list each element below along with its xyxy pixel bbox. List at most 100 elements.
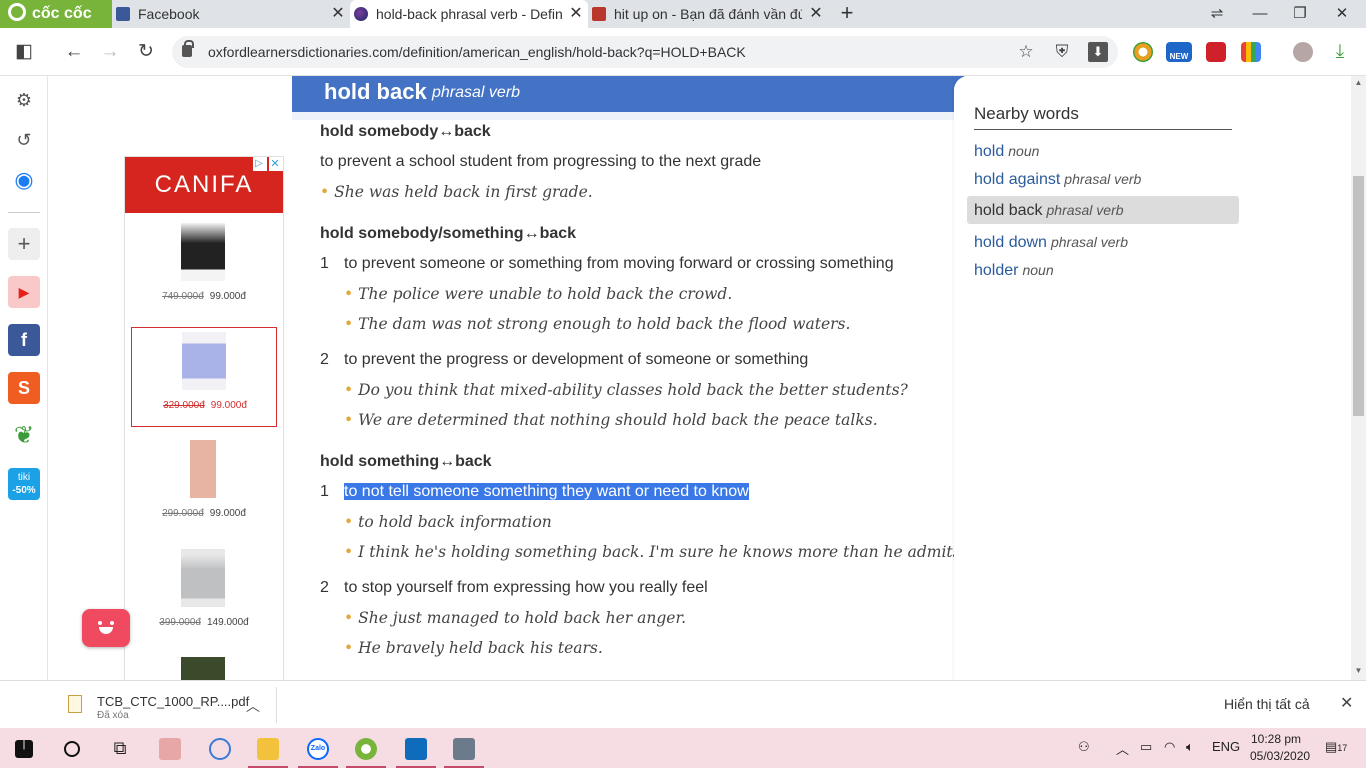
tab-strip: cốc cốc Facebook ✕ hold-back phrasal ver… bbox=[0, 0, 1366, 28]
ad-close-icon[interactable]: ✕ bbox=[269, 157, 283, 171]
clock-time[interactable]: 10:28 pm bbox=[1251, 732, 1301, 746]
sidebar-toggle-icon[interactable]: ◧ bbox=[12, 40, 36, 64]
selected-text[interactable]: to not tell someone something they want … bbox=[344, 483, 749, 500]
close-download-shelf-icon[interactable]: ✕ bbox=[1340, 693, 1353, 713]
zalo-icon[interactable]: Zalo bbox=[294, 728, 342, 768]
old-price: 299.000đ bbox=[162, 508, 204, 519]
chevron-up-icon[interactable]: ︿ bbox=[246, 696, 260, 716]
volume-icon[interactable]: 🔈︎ bbox=[1186, 739, 1194, 755]
tab-hit-up-on[interactable]: hit up on - Bạn đã đánh vần đúng ✕ bbox=[588, 0, 828, 28]
ad-product-selected[interactable]: 329.000đ 99.000đ bbox=[131, 327, 277, 427]
ad-product[interactable]: 749.000đ 99.000đ bbox=[131, 219, 277, 319]
new-extension-icon[interactable]: NEW bbox=[1166, 42, 1192, 62]
nearby-link-hold-back[interactable]: hold back phrasal verb bbox=[967, 196, 1239, 224]
definition-selected[interactable]: to not tell someone something they want … bbox=[344, 483, 749, 501]
settings-gear-icon[interactable]: ⚙ bbox=[8, 84, 40, 116]
bookmark-star-icon[interactable]: ☆ bbox=[1016, 42, 1036, 62]
forward-button[interactable]: → bbox=[98, 40, 122, 64]
shield-icon[interactable]: ⛨ bbox=[1052, 42, 1072, 62]
nearby-link-hold[interactable]: hold noun bbox=[967, 137, 1239, 165]
tiki-icon[interactable]: tiki -50% bbox=[8, 468, 40, 500]
ad-product[interactable]: 399.000đ 149.000đ bbox=[131, 545, 277, 645]
scroll-up-icon[interactable]: ▲ bbox=[1354, 78, 1363, 87]
people-icon[interactable]: ⚇ bbox=[1078, 739, 1090, 755]
chevron-up-icon[interactable]: ︿ bbox=[1116, 739, 1129, 758]
sale-price: 99.000đ bbox=[210, 400, 247, 411]
example: • We are determined that nothing should h… bbox=[344, 411, 878, 429]
nearby-link-hold-against[interactable]: hold against phrasal verb bbox=[967, 165, 1239, 193]
coccoc-extension-icon[interactable] bbox=[1133, 42, 1153, 62]
task-view-icon[interactable]: ⧉ bbox=[96, 728, 144, 768]
ad-product[interactable]: 299.000đ 99.000đ bbox=[131, 436, 277, 536]
dictionary-favicon-icon bbox=[592, 7, 606, 21]
messenger-icon[interactable]: ◉ bbox=[8, 164, 40, 196]
color-extension-icon[interactable] bbox=[1241, 42, 1261, 62]
language-indicator[interactable]: ENG bbox=[1212, 739, 1240, 754]
bullet: • bbox=[344, 609, 354, 627]
history-icon[interactable]: ↺ bbox=[8, 124, 40, 156]
profile-avatar[interactable] bbox=[1293, 42, 1313, 62]
download-file-name[interactable]: TCB_CTC_1000_RP....pdf bbox=[97, 694, 249, 709]
download-video-icon[interactable]: ⬇ bbox=[1088, 42, 1108, 62]
tab-facebook[interactable]: Facebook ✕ bbox=[112, 0, 350, 28]
product-image bbox=[181, 657, 225, 680]
downloads-icon[interactable]: ⤓ bbox=[1328, 40, 1352, 64]
example: • She was held back in first grade. bbox=[320, 183, 593, 201]
address-bar[interactable]: oxfordlearnersdictionaries.com/definitio… bbox=[172, 36, 1118, 68]
ad-choices-icon[interactable]: ▷ bbox=[253, 157, 267, 171]
tab-title: hit up on - Bạn đã đánh vần đúng bbox=[614, 6, 802, 22]
search-circle-icon[interactable] bbox=[48, 728, 96, 768]
leaf-app-icon[interactable]: ❦ bbox=[8, 420, 40, 452]
lock-icon[interactable] bbox=[182, 40, 194, 57]
example-text: She just managed to hold back her anger. bbox=[358, 609, 687, 627]
ad-header[interactable]: CANIFA ▷ ✕ bbox=[125, 157, 283, 213]
nearby-link-hold-down[interactable]: hold down phrasal verb bbox=[967, 228, 1239, 256]
minimize-button[interactable]: — bbox=[1240, 0, 1280, 28]
tab-list-icon[interactable]: ⇌ bbox=[1197, 0, 1237, 28]
outlook-icon[interactable] bbox=[392, 728, 440, 768]
windows-start-icon[interactable] bbox=[0, 728, 48, 768]
clock-date[interactable]: 05/03/2020 bbox=[1250, 749, 1310, 763]
close-tab-icon[interactable]: ✕ bbox=[330, 0, 346, 28]
tab-oxford[interactable]: hold-back phrasal verb - Definition ✕ bbox=[350, 0, 588, 28]
chat-widget-button[interactable] bbox=[82, 609, 130, 647]
notification-center-icon[interactable]: ▤17 bbox=[1325, 739, 1347, 755]
sense-number: 2 bbox=[320, 351, 329, 368]
windows-taskbar: ⧉ Zalo ⚇ ︿ ▭ ◠ 🔈︎ ENG 10:28 pm 05/03/202… bbox=[0, 728, 1366, 768]
shopee-icon[interactable]: S bbox=[8, 372, 40, 404]
coccoc-taskbar-icon[interactable] bbox=[342, 728, 390, 768]
nearby-word: hold against bbox=[974, 171, 1061, 188]
reload-button[interactable]: ↻ bbox=[134, 40, 158, 64]
back-button[interactable]: ← bbox=[62, 40, 86, 64]
example: • to hold back information bbox=[344, 513, 552, 531]
canifa-ad[interactable]: CANIFA ▷ ✕ 749.000đ 99.000đ 329.000đ 99.00… bbox=[124, 156, 284, 680]
close-tab-icon[interactable]: ✕ bbox=[568, 0, 584, 28]
close-window-button[interactable]: ✕ bbox=[1322, 0, 1362, 28]
app-taskbar-icon[interactable] bbox=[440, 728, 488, 768]
battery-icon[interactable]: ▭ bbox=[1140, 739, 1152, 755]
nearby-link-holder[interactable]: holder noun bbox=[967, 256, 1239, 284]
snipping-tool-icon[interactable] bbox=[196, 728, 244, 768]
file-explorer-icon[interactable] bbox=[244, 728, 292, 768]
facebook-icon[interactable]: f bbox=[8, 324, 40, 356]
scroll-down-icon[interactable]: ▼ bbox=[1354, 666, 1363, 675]
nearby-word: hold bbox=[974, 143, 1005, 160]
bullet: • bbox=[320, 183, 330, 201]
app-grid-icon[interactable] bbox=[146, 728, 194, 768]
close-tab-icon[interactable]: ✕ bbox=[808, 0, 824, 28]
coccoc-menu-button[interactable]: cốc cốc bbox=[0, 0, 112, 28]
add-app-icon[interactable]: + bbox=[8, 228, 40, 260]
ad-product[interactable] bbox=[131, 653, 277, 680]
page-scrollbar[interactable]: ▲ ▼ bbox=[1351, 76, 1366, 680]
nearby-word: hold back bbox=[974, 202, 1043, 219]
red-extension-icon[interactable] bbox=[1206, 42, 1226, 62]
new-tab-button[interactable]: + bbox=[836, 0, 858, 28]
product-image bbox=[181, 223, 225, 281]
wifi-icon[interactable]: ◠ bbox=[1164, 739, 1175, 755]
show-all-downloads-link[interactable]: Hiển thị tất cả bbox=[1224, 696, 1310, 712]
sense-number: 2 bbox=[320, 579, 329, 596]
restore-button[interactable]: ❐ bbox=[1280, 0, 1320, 28]
scroll-thumb[interactable] bbox=[1353, 176, 1364, 416]
url-text[interactable]: oxfordlearnersdictionaries.com/definitio… bbox=[208, 36, 746, 68]
youtube-icon[interactable]: ▶ bbox=[8, 276, 40, 308]
